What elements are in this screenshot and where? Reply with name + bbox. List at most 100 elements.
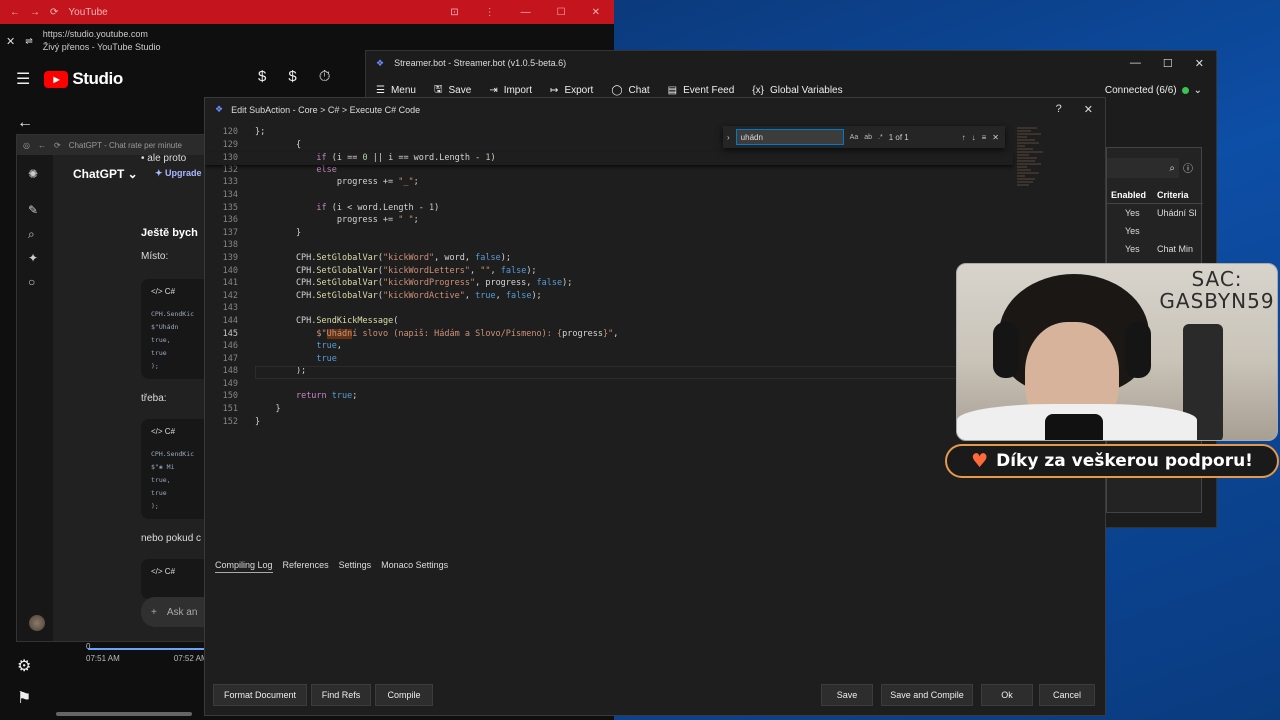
- tab-references[interactable]: References: [283, 560, 329, 573]
- previous-match-icon[interactable]: ↑: [962, 133, 966, 142]
- hamburger-menu-icon[interactable]: ☰: [16, 69, 30, 89]
- openai-logo-icon[interactable]: ✺: [28, 167, 38, 181]
- time-start: 07:51 AM: [86, 654, 120, 663]
- minimize-icon[interactable]: —: [521, 7, 531, 18]
- code-line: 136 progress += " ";: [222, 215, 419, 226]
- match-case-toggle[interactable]: Aa: [850, 134, 859, 141]
- close-icon[interactable]: ✕: [1195, 57, 1204, 70]
- yt-titlebar: ← → ⟳ YouTube ⊡ ⋮ — ☐ ✕: [0, 0, 614, 24]
- new-chat-icon[interactable]: ✎: [28, 203, 38, 217]
- save-button[interactable]: 🖫 Save: [434, 82, 471, 99]
- compile-button[interactable]: Compile: [375, 684, 433, 706]
- global-variables-button[interactable]: {x} Global Variables: [752, 85, 842, 96]
- upgrade-button[interactable]: ✦ Upgrade: [155, 168, 202, 179]
- tab-compiling-log[interactable]: Compiling Log: [215, 560, 273, 573]
- headphone-right: [1125, 322, 1151, 378]
- col-criteria: Criteria: [1157, 189, 1189, 200]
- code-line: 135 if (i < word.Length - 1): [222, 202, 440, 213]
- extension-icon[interactable]: ⊡: [450, 7, 458, 18]
- settings-icon[interactable]: ⚙: [17, 656, 31, 676]
- whole-word-toggle[interactable]: ab: [864, 134, 872, 141]
- close-find-icon[interactable]: ✕: [992, 133, 1005, 142]
- expand-replace-icon[interactable]: ›: [727, 133, 730, 142]
- export-button[interactable]: ↦ Export: [550, 85, 593, 96]
- maximize-icon[interactable]: ☐: [557, 7, 566, 18]
- search-icon: ⌕: [1169, 162, 1175, 174]
- model-selector[interactable]: ChatGPT ⌄: [73, 167, 138, 181]
- find-refs-button[interactable]: Find Refs: [311, 684, 371, 706]
- close-icon[interactable]: ✕: [1084, 103, 1093, 116]
- code-minimap[interactable]: [1017, 126, 1047, 246]
- table-row[interactable]: Yes Uhádní Sl: [1107, 204, 1203, 222]
- support-banner: ♥ Díky za veškerou podporu!: [945, 444, 1279, 478]
- label-treba: třeba:: [141, 393, 167, 404]
- page-title: Živý přenos - YouTube Studio: [42, 42, 161, 52]
- url-text[interactable]: https://studio.youtube.com: [43, 28, 161, 41]
- tab-title: ChatGPT - Chat rate per minute: [68, 140, 182, 150]
- site-settings-icon[interactable]: ⇌: [25, 36, 33, 47]
- horizontal-scrollbar[interactable]: [56, 712, 192, 716]
- save-icon: 🖫: [433, 83, 443, 95]
- dollar-alt-icon[interactable]: $: [288, 68, 296, 85]
- tab-settings[interactable]: Settings: [339, 560, 372, 573]
- table-row[interactable]: Yes Chat Min: [1107, 240, 1203, 258]
- reload-icon[interactable]: ⟳: [54, 141, 61, 150]
- chart-times: 07:51 AM 07:52 AM: [86, 654, 208, 663]
- table-row[interactable]: Yes: [1107, 222, 1203, 240]
- search-icon[interactable]: ⌕: [28, 227, 35, 242]
- chat-button[interactable]: ◯ Chat: [611, 85, 649, 96]
- app-icon: ◎: [23, 140, 30, 150]
- save-button[interactable]: Save: [821, 684, 873, 706]
- code-line: 137 }: [222, 227, 302, 238]
- regex-toggle[interactable]: .*: [878, 134, 883, 141]
- chatgpt-window: ◎ ← ⟳ ChatGPT - Chat rate per minute ✺ ✎…: [16, 134, 216, 642]
- minimize-icon[interactable]: —: [1130, 57, 1141, 70]
- find-in-selection-icon[interactable]: ≡: [982, 133, 987, 142]
- yt-studio-logo[interactable]: ▶ Studio: [44, 69, 123, 89]
- close-icon[interactable]: ✕: [592, 7, 600, 18]
- format-document-button[interactable]: Format Document: [213, 684, 307, 706]
- avatar[interactable]: [29, 615, 45, 631]
- trigger-search-input[interactable]: ⌕: [1107, 158, 1179, 178]
- plus-icon[interactable]: +: [151, 607, 157, 618]
- dollar-icon[interactable]: $: [258, 68, 266, 85]
- code-line: 133 progress += "_";: [222, 177, 419, 188]
- back-icon[interactable]: ←: [10, 7, 20, 18]
- cancel-button[interactable]: Cancel: [1039, 684, 1095, 706]
- help-icon[interactable]: ?: [1056, 103, 1062, 116]
- import-button[interactable]: ⇥ Import: [489, 85, 532, 96]
- menu-button[interactable]: ☰ Menu: [376, 85, 416, 96]
- ok-button[interactable]: Ok: [981, 684, 1033, 706]
- chatgpt-sidebar: ✺ ✎ ⌕ ✦ ○: [17, 155, 53, 641]
- more-icon[interactable]: ⋮: [485, 7, 495, 18]
- webcam-overlay: SAC: GASBYN59: [956, 263, 1278, 441]
- chat-icon: ◯: [611, 84, 623, 96]
- tab-monaco-settings[interactable]: Monaco Settings: [381, 560, 448, 573]
- close-icon[interactable]: ✕: [6, 35, 15, 48]
- info-icon[interactable]: ⓘ: [1183, 160, 1193, 175]
- reload-icon[interactable]: ⟳: [50, 7, 58, 18]
- code-line: 132 else: [222, 164, 337, 175]
- pin-icon[interactable]: ✦: [28, 251, 38, 265]
- connection-status[interactable]: Connected (6/6) ⌄: [1105, 85, 1202, 96]
- variables-icon: {x}: [752, 84, 764, 96]
- back-icon[interactable]: ←: [38, 141, 46, 150]
- tab-title[interactable]: YouTube: [68, 7, 107, 18]
- next-match-icon[interactable]: ↓: [972, 133, 976, 142]
- current-line-highlight: [255, 366, 1013, 379]
- feedback-icon[interactable]: ⚑: [17, 688, 31, 708]
- streamerbot-logo-icon: ❖: [215, 104, 224, 114]
- triggers-table: Enabled Criteria Yes Uhádní Sl Yes Yes Chat…: [1107, 186, 1203, 258]
- forward-icon[interactable]: →: [30, 7, 40, 18]
- maximize-icon[interactable]: ☐: [1163, 57, 1173, 70]
- col-enabled: Enabled: [1111, 189, 1147, 200]
- status-dot: [1181, 87, 1189, 94]
- timer-icon[interactable]: ⏱: [319, 68, 331, 85]
- chat-bubble-icon[interactable]: ○: [28, 275, 35, 289]
- microphone: [1045, 414, 1103, 440]
- find-input[interactable]: uhádn: [735, 129, 844, 145]
- code-line: 134: [222, 189, 238, 200]
- save-and-compile-button[interactable]: Save and Compile: [881, 684, 973, 706]
- event-feed-button[interactable]: ▤ Event Feed: [668, 85, 735, 96]
- back-arrow-icon[interactable]: ←: [17, 114, 33, 132]
